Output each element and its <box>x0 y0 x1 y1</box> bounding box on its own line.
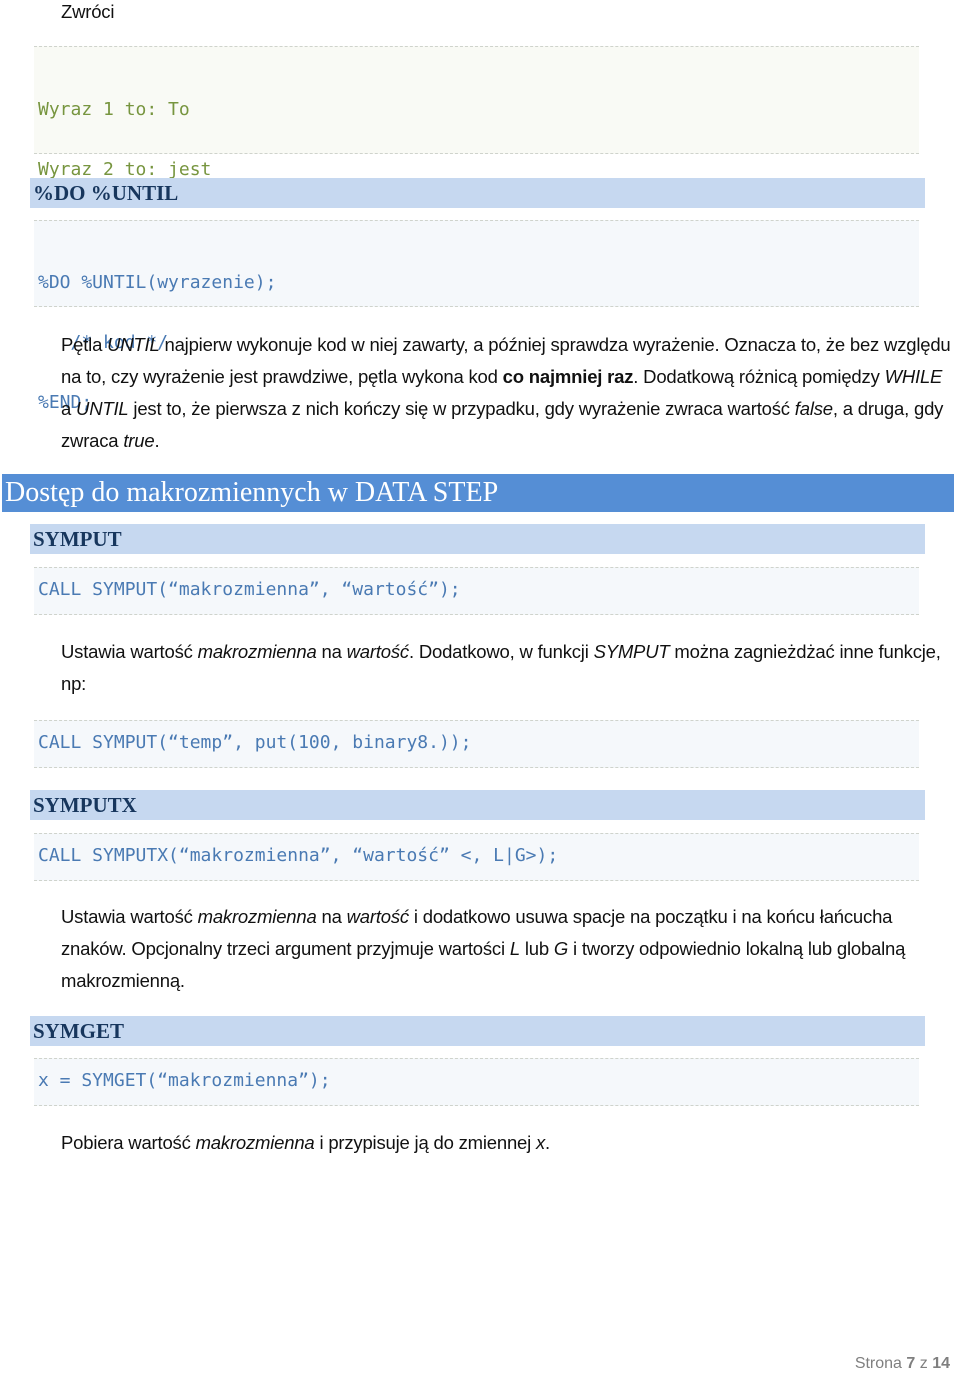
chapter-heading: Dostęp do makrozmiennych w DATA STEP <box>2 474 954 512</box>
section-heading-do-until: %DO %UNTIL <box>30 178 925 208</box>
symput-example-code-block: CALL SYMPUT(“temp”, put(100, binary8.)); <box>34 720 919 768</box>
code-line: %DO %UNTIL(wyrazenie); <box>38 272 277 293</box>
symputx-description: Ustawia wartość makrozmienna na wartość … <box>61 906 906 991</box>
code-line: Wyraz 2 to: jest <box>38 159 212 180</box>
section-heading-symputx: SYMPUTX <box>30 790 925 820</box>
symget-description: Pobiera wartość makrozmienna i przypisuj… <box>61 1132 550 1153</box>
page-number-footer: Strona 7 z 14 <box>854 1355 950 1372</box>
section-heading-symget: SYMGET <box>30 1016 925 1046</box>
symputx-code-block: CALL SYMPUTX(“makrozmienna”, “wartość” <… <box>34 833 919 881</box>
code-line: Wyraz 1 to: To <box>38 99 190 120</box>
do-until-code-block: %DO %UNTIL(wyrazenie); /* kod */ %END; <box>34 220 919 413</box>
code-line: CALL SYMPUT(“temp”, put(100, binary8.)); <box>38 732 472 753</box>
code-line: CALL SYMPUT(“makrozmienna”, “wartość”); <box>38 579 461 600</box>
section-heading-symput: SYMPUT <box>30 524 925 554</box>
do-until-description: Pętla UNTIL najpierw wykonuje kod w niej… <box>61 334 951 451</box>
symget-code-block: x = SYMGET(“makrozmienna”); <box>34 1058 919 1106</box>
intro-text: Zwróci <box>61 1 115 22</box>
symput-description: Ustawia wartość makrozmienna na wartość.… <box>61 641 941 694</box>
code-line: x = SYMGET(“makrozmienna”); <box>38 1070 331 1091</box>
output-code-block: Wyraz 1 to: To Wyraz 2 to: jest Wyraz 3 … <box>34 46 919 300</box>
symput-code-block: CALL SYMPUT(“makrozmienna”, “wartość”); <box>34 567 919 615</box>
code-line: CALL SYMPUTX(“makrozmienna”, “wartość” <… <box>38 845 559 866</box>
